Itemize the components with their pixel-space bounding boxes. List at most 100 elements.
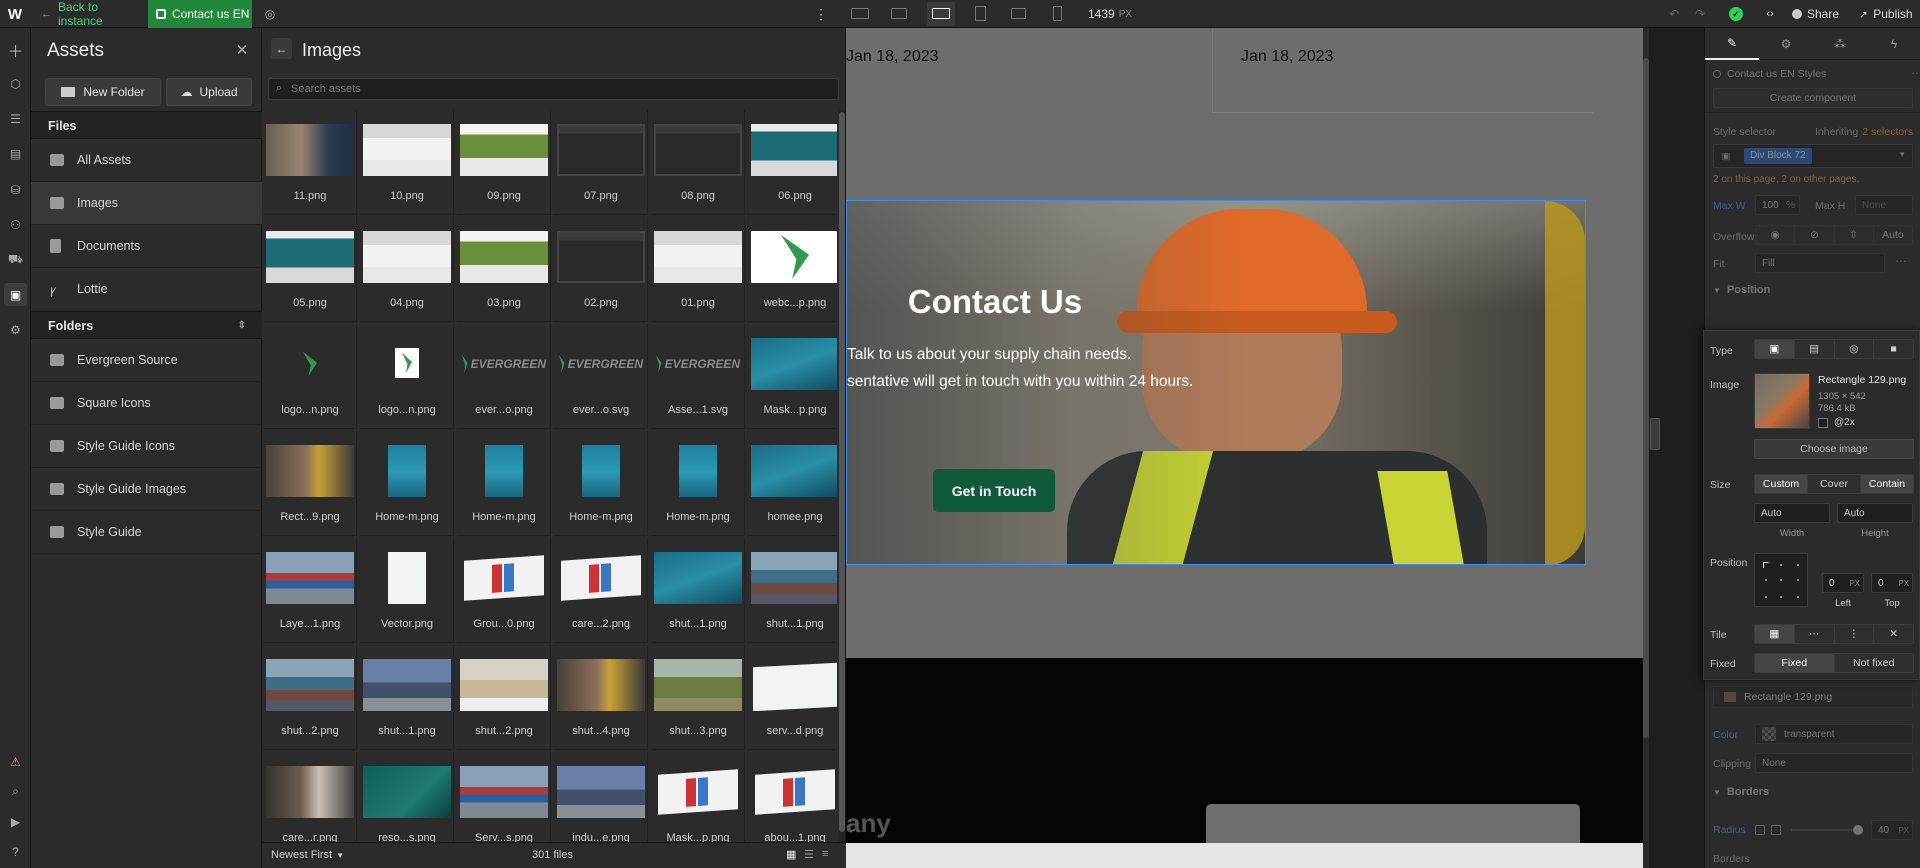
files-item-documents[interactable]: Documents — [31, 225, 262, 268]
create-component-button[interactable]: Create component — [1713, 88, 1913, 108]
asset-tile[interactable]: reso...s.png — [360, 752, 454, 842]
status-check-icon[interactable]: ✓ — [1729, 7, 1743, 21]
asset-tile[interactable]: webc...p.png — [748, 217, 837, 322]
overflow-visible-icon[interactable]: ◉ — [1756, 226, 1796, 244]
asset-tile[interactable]: care...r.png — [263, 752, 357, 842]
size-contain-option[interactable]: Contain — [1861, 475, 1913, 493]
asset-tile[interactable]: shut...4.png — [554, 645, 648, 750]
radius-slider[interactable] — [1791, 825, 1863, 835]
files-item-all-assets[interactable]: All Assets — [31, 139, 262, 182]
not-fixed-option[interactable]: Not fixed — [1834, 654, 1913, 672]
asset-tile[interactable]: EVERGREEN ever...o.png — [457, 324, 551, 429]
folder-item[interactable]: Style Guide Images — [31, 468, 262, 511]
asset-tile[interactable]: indu...e.png — [554, 752, 648, 842]
asset-tile[interactable]: shut...3.png — [651, 645, 745, 750]
folder-item[interactable]: Style Guide — [31, 511, 262, 554]
publish-button[interactable]: ➚ Publish — [1859, 0, 1913, 28]
upload-button[interactable]: ☁ Upload — [166, 78, 252, 106]
share-button[interactable]: Share — [1792, 0, 1839, 28]
compact-view-icon[interactable]: ≡ — [822, 848, 828, 860]
breakpoint-xxl-icon[interactable] — [848, 4, 872, 24]
overflow-hidden-icon[interactable]: ⊘ — [1795, 226, 1835, 244]
close-icon[interactable]: ✕ — [234, 42, 250, 59]
selector-chip[interactable]: Div Block 72 — [1744, 148, 1812, 164]
asset-tile[interactable]: Rect...9.png — [263, 431, 357, 536]
fixed-option[interactable]: Fixed — [1755, 654, 1835, 672]
asset-tile[interactable]: Home-m.png — [554, 431, 648, 536]
files-item-lottie[interactable]: ꝩ Lottie — [31, 268, 262, 311]
asset-tile[interactable]: shut...1.png — [748, 538, 837, 643]
asset-tile[interactable]: shut...1.png — [360, 645, 454, 750]
asset-tile[interactable]: 06.png — [748, 110, 837, 215]
asset-tile[interactable]: abou...1.png — [748, 752, 837, 842]
asset-tile[interactable]: Mask...p.png — [748, 324, 837, 429]
asset-tile[interactable]: care...2.png — [554, 538, 648, 643]
grid-scrollbar[interactable] — [839, 110, 845, 842]
navigator-icon[interactable]: ☰ — [4, 107, 27, 130]
page-selector[interactable]: Contact us EN — [148, 0, 252, 28]
new-folder-button[interactable]: New Folder — [45, 78, 161, 106]
back-arrow-icon[interactable]: ← — [271, 38, 292, 59]
add-panel-icon[interactable]: ＋ — [4, 38, 27, 61]
breakpoint-landscape-icon[interactable] — [1008, 4, 1030, 24]
tile-repeat-y-icon[interactable]: ⋮ — [1834, 625, 1875, 643]
settings-icon[interactable]: ⚙ — [4, 318, 27, 341]
asset-tile[interactable]: 05.png — [263, 217, 357, 322]
asset-tile[interactable]: serv...d.png — [748, 645, 837, 750]
asset-tile[interactable]: shut...2.png — [457, 645, 551, 750]
more-icon[interactable]: ⋯ — [1911, 66, 1920, 80]
components-icon[interactable]: ⬡ — [4, 72, 27, 95]
asset-tile[interactable]: shut...2.png — [263, 645, 357, 750]
breakpoint-tablet-icon[interactable] — [972, 4, 990, 24]
asset-tile[interactable]: 08.png — [651, 110, 745, 215]
asset-tile[interactable]: 04.png — [360, 217, 454, 322]
asset-tile[interactable]: 07.png — [554, 110, 648, 215]
files-item-images[interactable]: Images — [31, 182, 262, 225]
image-preview-thumb[interactable] — [1754, 373, 1810, 429]
tile-repeat-icon[interactable]: ▦ — [1755, 625, 1795, 643]
bg-layer-row[interactable]: Rectangle 129.png — [1713, 686, 1913, 708]
get-in-touch-button[interactable]: Get in Touch — [933, 469, 1055, 512]
position-grid-picker[interactable] — [1754, 553, 1808, 607]
style-manager-icon[interactable]: ⁂ — [1813, 28, 1867, 60]
asset-tile[interactable]: Home-m.png — [360, 431, 454, 536]
size-custom-option[interactable]: Custom — [1755, 475, 1808, 493]
radius-input[interactable]: 40 PX — [1871, 820, 1913, 840]
bg-width-input[interactable]: Auto — [1754, 503, 1830, 523]
max-w-input[interactable]: 100 % — [1755, 195, 1800, 215]
style-brush-icon[interactable]: ✎ — [1705, 28, 1759, 60]
sort-select[interactable]: Newest First ▼ — [271, 849, 344, 861]
asset-tile[interactable]: Home-m.png — [457, 431, 551, 536]
breakpoint-desktop-icon[interactable] — [927, 2, 955, 26]
preview-eye-icon[interactable]: ◎ — [262, 6, 278, 22]
more-options-icon[interactable]: ⋮ — [814, 6, 828, 22]
breakpoint-xl-icon[interactable] — [887, 4, 911, 24]
asset-tile[interactable]: 03.png — [457, 217, 551, 322]
radius-all-icon[interactable] — [1755, 825, 1765, 835]
type-radial-gradient-icon[interactable]: ◎ — [1834, 340, 1875, 358]
asset-tile[interactable]: Vector.png — [360, 538, 454, 643]
search-icon[interactable]: ⌕ — [4, 780, 27, 803]
clipping-select[interactable]: None — [1755, 753, 1913, 773]
type-linear-gradient-icon[interactable]: ▤ — [1794, 340, 1835, 358]
asset-tile[interactable]: homee.png — [748, 431, 837, 536]
asset-tile[interactable]: 09.png — [457, 110, 551, 215]
webflow-logo[interactable]: W — [6, 5, 24, 23]
breakpoint-portrait-icon[interactable] — [1050, 4, 1066, 24]
type-color-overlay-icon[interactable]: ■ — [1874, 340, 1913, 358]
cms-icon[interactable]: ⛁ — [4, 178, 27, 201]
canvas-resize-handle[interactable] — [1650, 418, 1660, 450]
asset-tile[interactable]: Mask...p.png — [651, 752, 745, 842]
asset-tile[interactable]: Laye...1.png — [263, 538, 357, 643]
radius-individual-icon[interactable] — [1771, 825, 1781, 835]
choose-image-button[interactable]: Choose image — [1754, 439, 1914, 459]
fit-select[interactable]: Fill — [1755, 253, 1885, 273]
asset-tile[interactable]: 02.png — [554, 217, 648, 322]
asset-tile[interactable]: logo...n.png — [263, 324, 357, 429]
code-icon[interactable]: ‹› — [1762, 6, 1778, 22]
pages-icon[interactable]: ▤ — [4, 142, 27, 165]
asset-tile[interactable]: Home-m.png — [651, 431, 745, 536]
tile-no-repeat-icon[interactable]: ✕ — [1874, 625, 1913, 643]
bg-top-input[interactable]: 0 PX — [1871, 573, 1913, 593]
ecommerce-icon[interactable]: ⛟ — [4, 248, 27, 271]
